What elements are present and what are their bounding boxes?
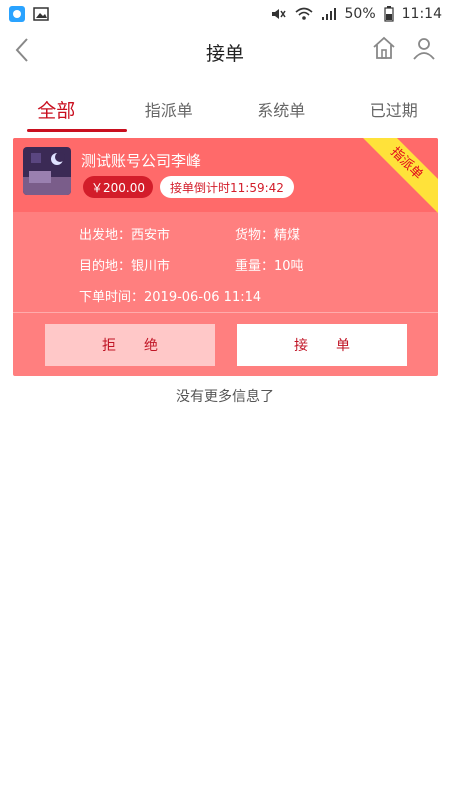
- destination-label: 目的地：银川市: [79, 259, 171, 274]
- order-card-header: 测试账号公司李峰 ￥200.00 接单倒计时11:59:42 指派单: [13, 138, 438, 215]
- wifi-icon: [294, 6, 313, 22]
- battery-percent: 50%: [344, 6, 376, 22]
- order-card: 测试账号公司李峰 ￥200.00 接单倒计时11:59:42 指派单 出发地：西…: [13, 138, 438, 376]
- tab-system[interactable]: 系统单: [225, 86, 338, 132]
- profile-button[interactable]: [410, 36, 438, 64]
- countdown-badge: 接单倒计时11:59:42: [160, 176, 294, 198]
- cargo-label: 货物：精煤: [235, 228, 301, 243]
- home-button[interactable]: [370, 36, 398, 64]
- assigned-ribbon: 指派单: [355, 138, 438, 215]
- order-thumbnail: [23, 147, 71, 195]
- order-tabs: 全部 指派单 系统单 已过期: [0, 86, 450, 132]
- back-chevron-icon: [13, 37, 31, 67]
- order-details: 出发地：西安市 货物：精煤 目的地：银川市 重量：10吨 下单时间：2019-0…: [13, 212, 438, 312]
- tab-all[interactable]: 全部: [0, 86, 127, 132]
- order-actions: 拒绝 接单: [13, 324, 438, 366]
- departure-label: 出发地：西安市: [79, 228, 171, 243]
- tab-assigned[interactable]: 指派单: [113, 86, 226, 132]
- status-bar: 50% 11:14: [0, 0, 450, 28]
- refuse-button[interactable]: 拒绝: [45, 324, 215, 366]
- mute-icon: [269, 5, 287, 23]
- status-time: 11:14: [401, 6, 442, 22]
- company-name: 测试账号公司李峰: [81, 152, 202, 170]
- home-icon: [371, 35, 397, 65]
- back-button[interactable]: [8, 36, 36, 68]
- no-more-text: 没有更多信息了: [176, 389, 274, 405]
- signal-icon: [321, 7, 337, 21]
- image-icon: [32, 5, 50, 23]
- tab-expired[interactable]: 已过期: [338, 86, 450, 132]
- user-icon: [411, 35, 437, 65]
- order-time-label: 下单时间：2019-06-06 11:14: [79, 290, 262, 305]
- weight-label: 重量：10吨: [235, 259, 304, 274]
- battery-icon: [384, 6, 394, 22]
- app-header: 接单: [0, 28, 450, 76]
- app-icon: [8, 5, 26, 23]
- price-badge: ￥200.00: [83, 176, 153, 198]
- card-divider: [13, 312, 438, 313]
- accept-button[interactable]: 接单: [237, 324, 407, 366]
